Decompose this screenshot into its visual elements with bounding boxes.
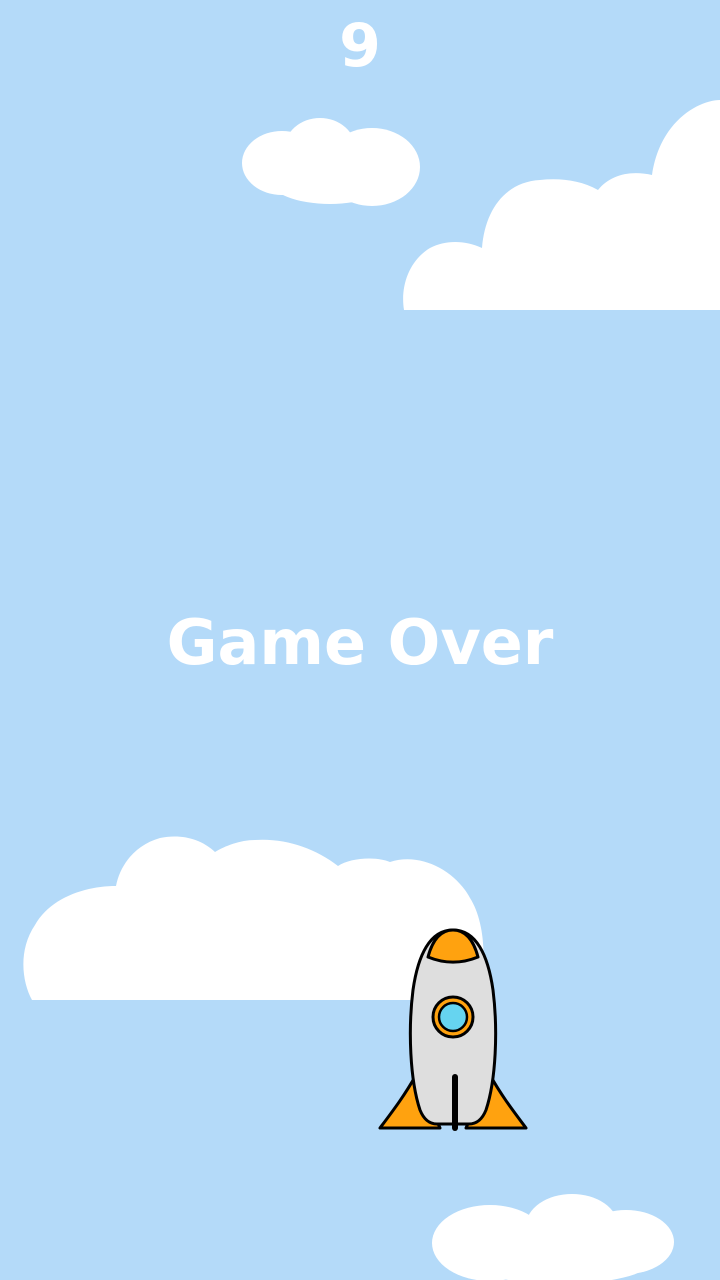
game-over-message: Game Over (166, 606, 554, 679)
cloud-icon (242, 118, 420, 206)
game-scene[interactable]: 9 Game Over (0, 0, 720, 1280)
cloud-icon (403, 100, 720, 310)
cloud-icon (432, 1194, 674, 1280)
score-display: 9 (339, 11, 381, 81)
